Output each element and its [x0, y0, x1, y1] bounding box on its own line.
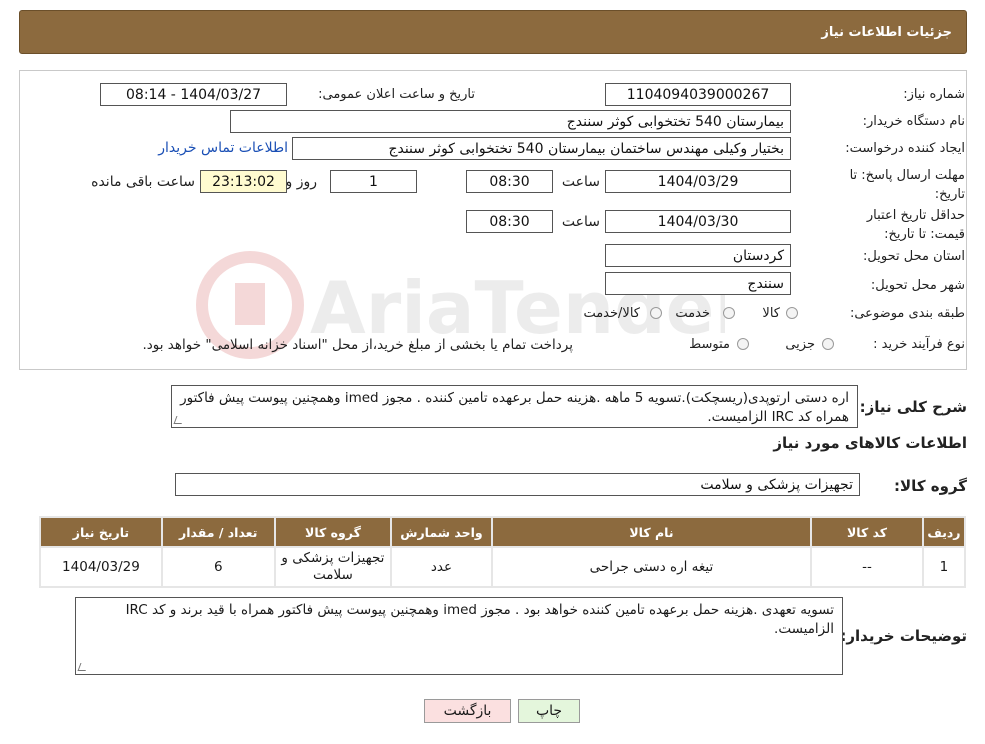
days-field: 1 — [330, 170, 417, 193]
validity-date-field: 1404/03/30 — [605, 210, 791, 233]
category-radio-goods-service[interactable] — [650, 307, 662, 319]
city-label: شهر محل تحویل: — [870, 278, 965, 293]
cell-name: تیغه اره دستی جراحی — [492, 548, 811, 586]
goods-section-title: اطلاعات کالاهای مورد نیاز — [773, 434, 967, 452]
need-number-field: 1104094039000267 — [605, 83, 791, 106]
remaining-label: ساعت باقی مانده — [91, 174, 195, 190]
deadline-time-label: ساعت — [561, 174, 600, 190]
col-row: ردیف — [923, 518, 964, 546]
process-option-minor: جزیی — [785, 337, 815, 352]
remaining-time-field: 23:13:02 — [200, 170, 287, 193]
category-option-goods: کالا — [762, 306, 780, 321]
cell-row: 1 — [923, 548, 964, 586]
creator-label: ایجاد کننده درخواست: — [845, 141, 965, 156]
province-field: کردستان — [605, 244, 791, 267]
table-row: 1 -- تیغه اره دستی جراحی عدد تجهیزات پزش… — [41, 548, 964, 586]
buyer-notes-textarea: تسویه تعهدی .هزینه حمل برعهده تامین کنند… — [75, 597, 843, 675]
process-radio-minor[interactable] — [822, 338, 834, 350]
col-unit: واحد شمارش — [392, 518, 491, 546]
buyer-org-field: بیمارستان 540 تختخوابی کوثر سنندج — [230, 110, 791, 133]
validity-label: حداقل تاریخ اعتبار قیمت: تا تاریخ: — [866, 208, 965, 242]
summary-text: اره دستی ارتوپدی(ریسچکت).تسویه 5 ماهه .ه… — [180, 390, 849, 425]
process-option-medium: متوسط — [689, 337, 730, 352]
cell-unit: عدد — [392, 548, 491, 586]
category-radio-service[interactable] — [723, 307, 735, 319]
process-label: نوع فرآیند خرید : — [873, 337, 965, 352]
announce-label: تاریخ و ساعت اعلان عمومی: — [318, 87, 475, 102]
contact-buyer-link[interactable]: اطلاعات تماس خریدار — [158, 140, 288, 156]
items-table: ردیف کد کالا نام کالا واحد شمارش گروه کا… — [39, 516, 966, 588]
deadline-time-field: 08:30 — [466, 170, 553, 193]
goods-group-field: تجهیزات پزشکی و سلامت — [175, 473, 860, 496]
col-name: نام کالا — [492, 518, 811, 546]
creator-field: بختیار وکیلی مهندس ساختمان بیمارستان 540… — [292, 137, 791, 160]
cell-date: 1404/03/29 — [41, 548, 161, 586]
announce-field: 1404/03/27 - 08:14 — [100, 83, 287, 106]
print-button[interactable]: چاپ — [518, 699, 580, 723]
buyer-org-label: نام دستگاه خریدار: — [862, 114, 965, 129]
category-radio-goods[interactable] — [786, 307, 798, 319]
buyer-notes-label: توضیحات خریدار: — [840, 627, 967, 645]
items-table-header: ردیف کد کالا نام کالا واحد شمارش گروه کا… — [41, 518, 964, 546]
category-option-service: خدمت — [675, 306, 710, 321]
goods-group-label: گروه کالا: — [894, 477, 967, 495]
deadline-label: مهلت ارسال پاسخ: تا تاریخ: — [849, 168, 965, 202]
resize-grip-icon[interactable] — [77, 663, 89, 671]
page-header: جزئیات اطلاعات نیاز — [19, 10, 967, 54]
col-qty: تعداد / مقدار — [162, 518, 274, 546]
col-code: کد کالا — [812, 518, 922, 546]
process-note: پرداخت تمام یا بخشی از مبلغ خرید،از محل … — [142, 337, 573, 353]
city-field: سنندج — [605, 272, 791, 295]
summary-label: شرح کلی نیاز: — [859, 398, 967, 416]
back-button[interactable]: بازگشت — [424, 699, 511, 723]
summary-textarea: اره دستی ارتوپدی(ریسچکت).تسویه 5 ماهه .ه… — [171, 385, 858, 428]
resize-grip-icon[interactable] — [173, 416, 185, 424]
category-option-goods-service: کالا/خدمت — [583, 306, 640, 321]
province-label: استان محل تحویل: — [863, 249, 965, 264]
process-radio-medium[interactable] — [737, 338, 749, 350]
col-date: تاریخ نیاز — [41, 518, 161, 546]
cell-qty: 6 — [162, 548, 274, 586]
buyer-notes-text: تسویه تعهدی .هزینه حمل برعهده تامین کنند… — [125, 602, 834, 637]
category-label: طبقه بندی موضوعی: — [849, 306, 965, 321]
deadline-date-field: 1404/03/29 — [605, 170, 791, 193]
page-title: جزئیات اطلاعات نیاز — [821, 24, 952, 40]
days-label: روز و — [285, 174, 318, 190]
validity-time-field: 08:30 — [466, 210, 553, 233]
cell-group: تجهیزات پزشکی و سلامت — [275, 548, 391, 586]
col-group: گروه کالا — [275, 518, 391, 546]
validity-time-label: ساعت — [561, 214, 600, 230]
cell-code: -- — [812, 548, 922, 586]
need-number-label: شماره نیاز: — [903, 87, 965, 102]
